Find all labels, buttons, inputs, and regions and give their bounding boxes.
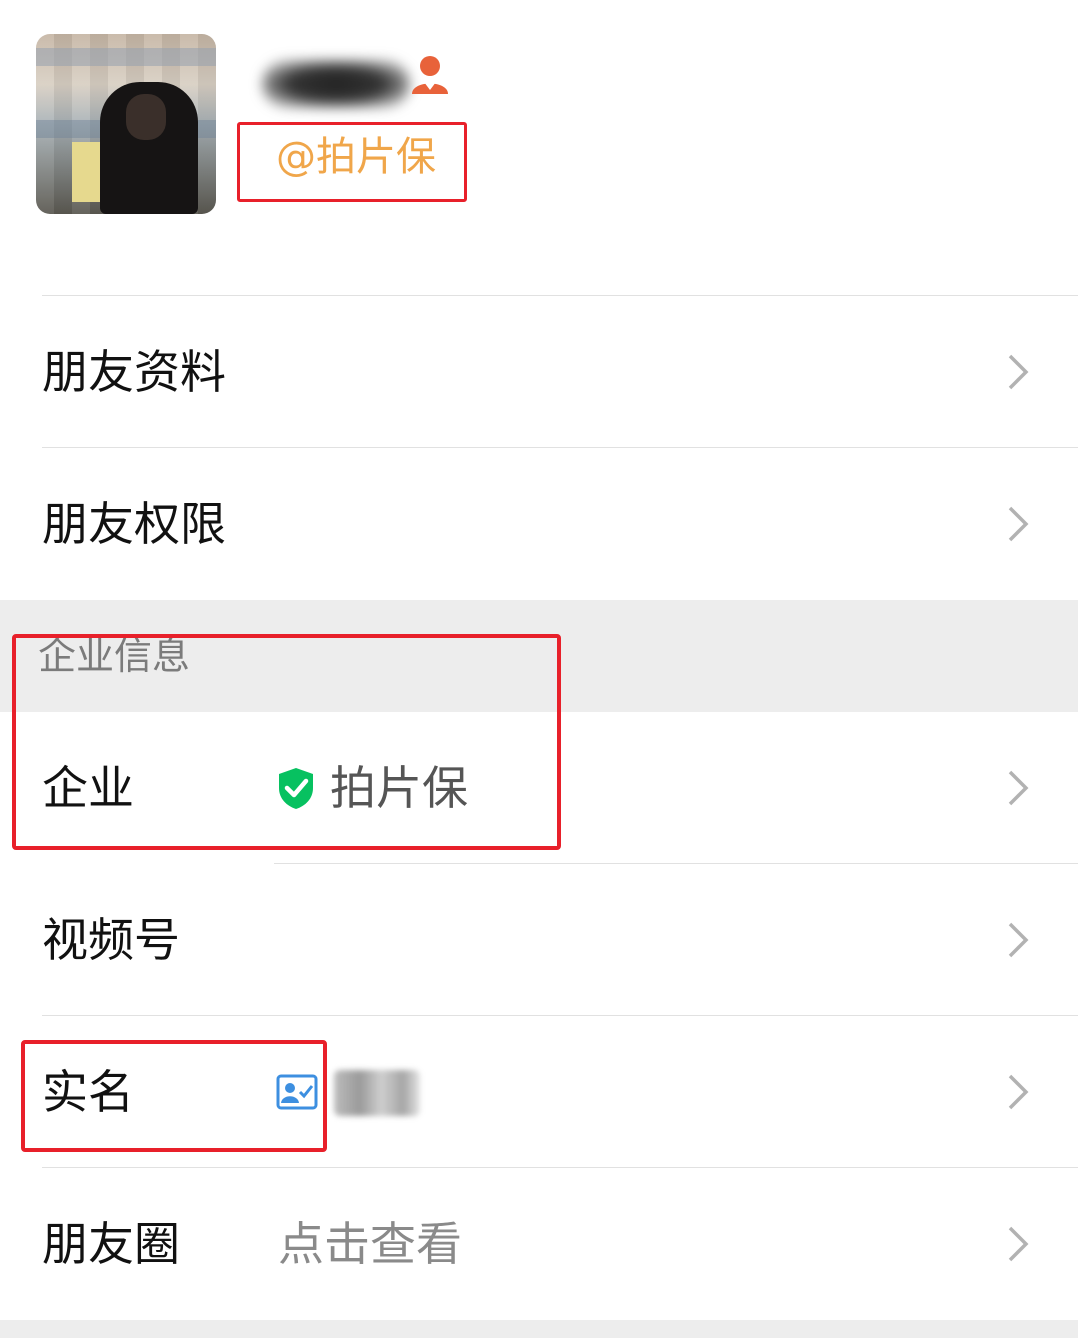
- chevron-right-icon: [1008, 506, 1029, 542]
- corp-tag: @拍片保: [276, 134, 436, 180]
- enterprise-highlight: [12, 634, 561, 850]
- nickname-blurred: [262, 60, 410, 108]
- row-channels[interactable]: 视频号: [0, 864, 1078, 1016]
- profile-header: @拍片保: [0, 0, 1078, 296]
- avatar[interactable]: [36, 34, 216, 214]
- person-icon: [412, 56, 448, 94]
- row-label: 视频号: [42, 913, 180, 967]
- row-label: 朋友资料: [42, 345, 226, 399]
- row-label: 朋友权限: [42, 497, 226, 551]
- row-label: 朋友圈: [42, 1217, 180, 1271]
- moments-value: 点击查看: [278, 1217, 462, 1271]
- row-moments[interactable]: 朋友圈 点击查看: [0, 1168, 1078, 1320]
- chevron-right-icon: [1008, 922, 1029, 958]
- chevron-right-icon: [1008, 1074, 1029, 1110]
- row-friend-info[interactable]: 朋友资料: [0, 296, 1078, 448]
- row-friend-permissions[interactable]: 朋友权限: [0, 448, 1078, 600]
- chevron-right-icon: [1008, 1226, 1029, 1262]
- realname-highlight: [21, 1040, 327, 1152]
- chevron-right-icon: [1008, 354, 1029, 390]
- realname-blurred: [334, 1070, 420, 1116]
- bottom-strip: [0, 1320, 1078, 1338]
- chevron-right-icon: [1008, 770, 1029, 806]
